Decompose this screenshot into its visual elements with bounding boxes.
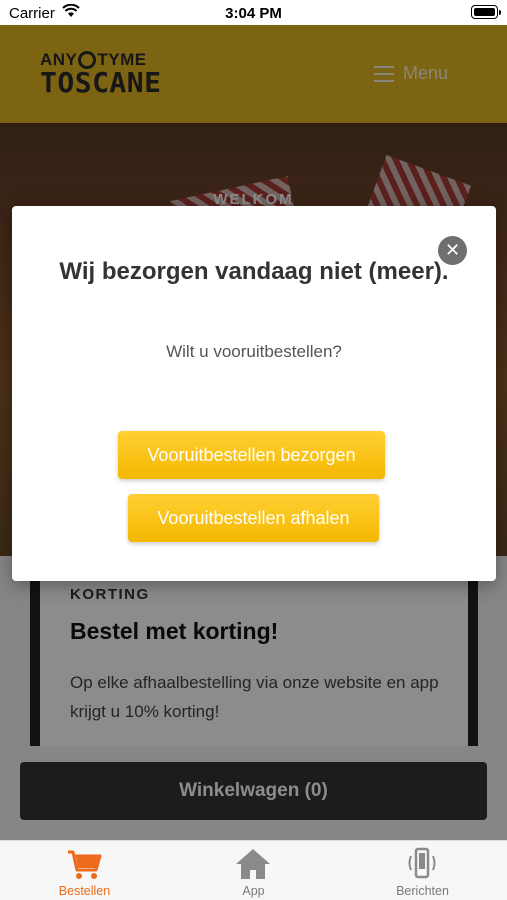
tab-label: App — [242, 884, 265, 898]
tab-berichten[interactable]: Berichten — [338, 841, 507, 900]
tab-bestellen[interactable]: Bestellen — [0, 841, 169, 900]
tab-app[interactable]: App — [169, 841, 338, 900]
battery-icon — [471, 5, 501, 19]
cart-icon — [64, 846, 104, 882]
phone-vibrate-icon — [402, 846, 442, 882]
modal-subtitle: Wilt u vooruitbestellen? — [166, 342, 342, 361]
preorder-modal: ✕ Wij bezorgen vandaag niet (meer). Wilt… — [12, 206, 496, 581]
tab-label: Bestellen — [58, 884, 111, 898]
tab-label: Berichten — [396, 884, 449, 898]
clock: 3:04 PM — [225, 5, 282, 22]
modal-title: Wij bezorgen vandaag niet (meer). — [59, 258, 449, 285]
status-bar: Carrier 3:04 PM — [0, 0, 507, 25]
preorder-pickup-button[interactable]: Vooruitbestellen afhalen — [128, 494, 379, 542]
home-icon — [233, 846, 273, 882]
preorder-delivery-button[interactable]: Vooruitbestellen bezorgen — [118, 431, 385, 479]
tab-bar: Bestellen App Berichten — [0, 840, 507, 900]
